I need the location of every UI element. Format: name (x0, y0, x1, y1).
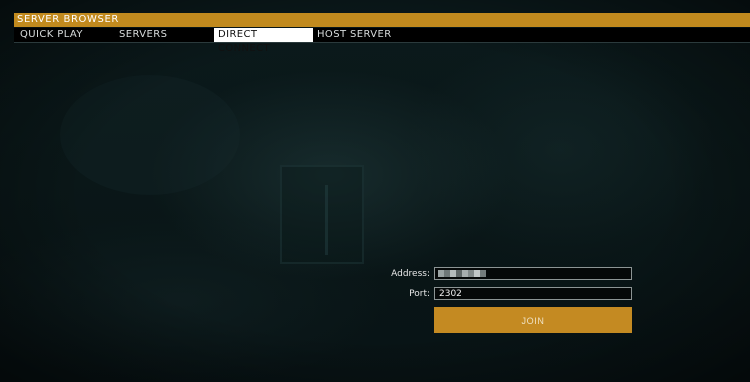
tab-host-server[interactable]: HOST SERVER (313, 28, 396, 42)
background-scene-shape (325, 185, 378, 255)
background-scene-shape (60, 75, 240, 195)
port-field[interactable] (434, 287, 632, 300)
server-browser-screen: SERVER BROWSER QUICK PLAY SERVERS DIRECT… (0, 0, 750, 382)
window-title: SERVER BROWSER (14, 13, 750, 27)
tab-servers[interactable]: SERVERS (115, 28, 171, 42)
join-button[interactable]: JOIN (434, 307, 632, 333)
port-label: Port: (409, 289, 430, 299)
address-field[interactable] (434, 267, 632, 280)
address-label: Address: (391, 269, 430, 279)
tab-bar: QUICK PLAY SERVERS DIRECT CONNECT HOST S… (14, 28, 750, 54)
address-value-pixelated (438, 270, 486, 277)
tab-direct-connect[interactable]: DIRECT CONNECT (214, 28, 313, 54)
tab-quick-play[interactable]: QUICK PLAY (16, 28, 87, 42)
